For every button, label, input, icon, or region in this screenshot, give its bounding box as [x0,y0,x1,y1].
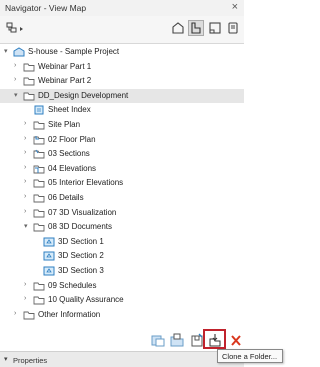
folder-icon [23,77,35,86]
tree-item-label: Webinar Part 1 [38,61,92,71]
tree-item-label: 03 Sections [48,149,90,159]
chevron-right-icon[interactable]: › [24,281,32,288]
floorplan-icon [33,135,45,145]
properties-label: Properties [13,356,48,365]
navigator-toolbar [0,16,244,44]
tree-item-label: 02 Floor Plan [48,134,96,144]
tree-item-label: S-house - Sample Project [28,47,120,56]
chevron-right-icon[interactable]: › [24,208,32,215]
chevron-right-icon[interactable]: › [14,62,22,69]
3d-doc-icon [43,251,55,261]
tree-item[interactable]: › 07 3D Visualization [0,206,244,221]
elevation-icon [33,165,45,174]
tree-item[interactable]: › 06 Details [0,191,244,206]
folder-icon [23,63,35,72]
close-icon[interactable]: × [232,1,238,13]
3d-doc-icon [43,266,55,276]
tooltip: Clone a Folder... [217,349,283,363]
folder-icon [33,121,45,130]
tree-item-label: 08 3D Documents [48,222,113,232]
tree-item-label: 3D Section 1 [58,236,104,246]
tree-item[interactable]: › Webinar Part 1 [0,60,244,75]
chevron-right-icon[interactable]: › [14,310,22,317]
tree-item-label: 07 3D Visualization [48,207,117,217]
clone-folder-highlight [203,329,226,349]
tree-item[interactable]: › 09 Schedules [0,279,244,294]
tree-item[interactable]: › 03 Sections [0,147,244,162]
view-map-icon[interactable] [188,20,204,36]
tree-item-label: DD_Design Development [38,90,129,100]
tree-item[interactable]: 3D Section 3 [0,264,244,279]
folder-icon [33,223,45,232]
tree-item[interactable]: 3D Section 1 [0,235,244,250]
publisher-sets-icon[interactable] [226,21,240,35]
chevron-down-icon[interactable]: ▾ [24,222,32,230]
folder-icon [33,296,45,305]
properties-panel-header[interactable]: ▾ Properties [0,351,244,367]
tree-item-label: 10 Quality Assurance [48,295,124,305]
3d-doc-icon [43,237,55,247]
layout-book-icon[interactable] [208,21,222,35]
new-view-icon[interactable] [150,333,166,348]
folder-icon [33,209,45,218]
project-icon [13,47,25,57]
folder-icon [33,179,45,188]
chevron-right-icon[interactable]: › [14,76,22,83]
window-title: Navigator - View Map [5,3,87,13]
tree-item-label: 09 Schedules [48,280,97,290]
chevron-right-icon[interactable]: › [24,178,32,185]
tree-item-label: 3D Section 2 [58,251,104,261]
tree-item[interactable]: › 10 Quality Assurance [0,293,244,308]
navigator-dropdown-icon[interactable] [6,21,26,35]
folder-icon [23,92,35,101]
tree-item[interactable]: › 02 Floor Plan [0,133,244,148]
chevron-right-icon[interactable]: › [24,193,32,200]
tree-item[interactable]: ▾ 08 3D Documents [0,220,244,235]
tree-item-label: 3D Section 3 [58,266,104,275]
new-folder-icon[interactable] [169,333,185,348]
tree-item-label: Site Plan [48,120,81,129]
tree-item[interactable]: Sheet Index [0,103,244,118]
chevron-right-icon[interactable]: › [24,135,32,142]
tree-item-label: 06 Details [48,193,84,202]
chevron-down-icon[interactable]: ▾ [4,47,12,55]
project-map-icon[interactable] [171,21,185,35]
tree-item-label: Webinar Part 2 [38,76,92,86]
title-bar: Navigator - View Map × [0,0,244,16]
tree-item[interactable]: › 05 Interior Elevations [0,176,244,191]
collapse-arrow-icon[interactable]: ▾ [4,355,8,363]
folder-icon [23,311,35,320]
tree-item[interactable]: › Site Plan [0,118,244,133]
tree-item-label: Sheet Index [48,105,91,115]
tree-item[interactable]: › 04 Elevations [0,162,244,177]
index-icon [34,105,44,115]
folder-icon [33,194,45,203]
tree-item[interactable]: ▾ S-house - Sample Project [0,45,244,60]
chevron-right-icon[interactable]: › [24,295,32,302]
tree-item[interactable]: 3D Section 2 [0,249,244,264]
tree-item[interactable]: ▾ DD_Design Development [0,88,244,104]
section-icon [33,149,45,159]
chevron-right-icon[interactable]: › [24,149,32,156]
chevron-right-icon[interactable]: › [24,164,32,171]
tree-item[interactable]: › Webinar Part 2 [0,74,244,89]
tree-item-label: Other Information [38,309,101,319]
folder-icon [33,282,45,291]
delete-icon[interactable] [228,333,244,348]
chevron-down-icon[interactable]: ▾ [14,91,22,99]
tree-item[interactable]: › Other Information [0,308,244,323]
tree-item-label: 05 Interior Elevations [48,178,124,188]
chevron-right-icon[interactable]: › [24,120,32,127]
tree-item-label: 04 Elevations [48,163,97,173]
